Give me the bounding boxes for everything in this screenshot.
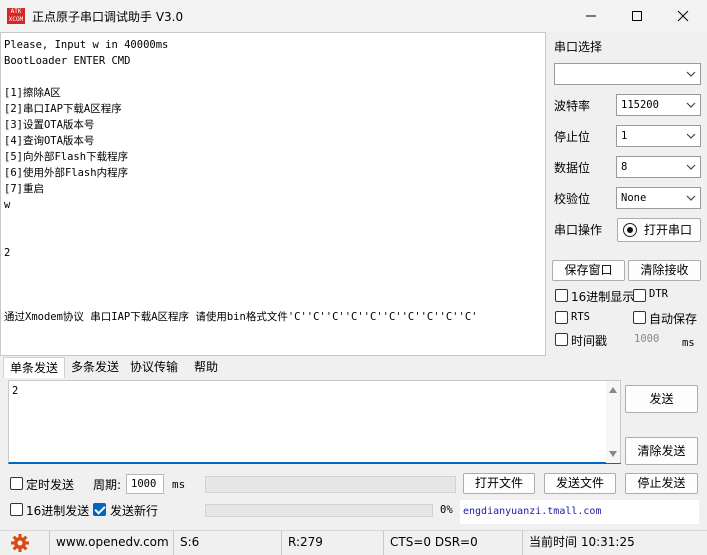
url-banner[interactable]: engdianyuanzi.tmall.com xyxy=(460,500,699,524)
hex-display-checkbox[interactable] xyxy=(555,289,568,302)
timestamp-input[interactable]: 1000 xyxy=(634,333,659,345)
maximize-button[interactable] xyxy=(614,0,660,32)
hex-send-checkbox[interactable] xyxy=(10,503,23,516)
baud-label: 波特率 xyxy=(554,99,591,113)
timestamp-checkbox[interactable] xyxy=(555,333,568,346)
clear-receive-button[interactable]: 清除接收 xyxy=(628,260,701,281)
chevron-down-icon xyxy=(686,164,696,170)
url-banner-text: engdianyuanzi.tmall.com xyxy=(463,506,602,517)
received-count: R:279 xyxy=(281,531,383,555)
minimize-icon xyxy=(586,15,596,17)
baud-select[interactable]: 115200 xyxy=(616,94,701,116)
period-progress xyxy=(205,476,456,493)
chevron-down-icon xyxy=(686,71,696,77)
tab-help[interactable]: 帮助 xyxy=(184,357,228,378)
period-unit: ms xyxy=(172,478,186,491)
close-button[interactable] xyxy=(660,0,706,32)
send-newline-checkbox[interactable] xyxy=(93,503,106,516)
timed-send-checkbox[interactable] xyxy=(10,477,23,490)
receive-text: Please, Input w in 40000ms BootLoader EN… xyxy=(4,39,478,323)
send-file-button[interactable]: 发送文件 xyxy=(544,473,616,494)
send-progress-bar xyxy=(205,504,433,517)
port-select-label: 串口选择 xyxy=(554,40,603,54)
send-input[interactable]: 2 xyxy=(8,380,621,464)
gear-icon-svg xyxy=(11,534,29,552)
period-label: 周期: xyxy=(93,478,122,492)
gear-icon[interactable] xyxy=(10,533,30,553)
tab-single-send[interactable]: 单条发送 xyxy=(3,357,65,378)
data-bits-select[interactable]: 8 xyxy=(616,156,701,178)
send-text: 2 xyxy=(12,385,19,397)
send-scrollbar[interactable] xyxy=(606,381,620,463)
sent-count: S:6 xyxy=(173,531,281,555)
tab-multi-send[interactable]: 多条发送 xyxy=(66,357,124,378)
rts-label: RTS xyxy=(571,311,590,323)
hex-send-label: 16进制发送 xyxy=(26,504,90,518)
scroll-up-icon xyxy=(609,387,617,393)
website-link[interactable]: www.openedv.com xyxy=(49,531,173,555)
serial-op-label: 串口操作 xyxy=(554,223,603,237)
window-title: 正点原子串口调试助手 V3.0 xyxy=(32,10,184,24)
period-input[interactable]: 1000 xyxy=(126,474,164,494)
timestamp-label: 时间戳 xyxy=(571,334,608,348)
stop-bits-select[interactable]: 1 xyxy=(616,125,701,147)
close-icon xyxy=(677,10,689,22)
save-window-button[interactable]: 保存窗口 xyxy=(552,260,625,281)
scroll-down-icon xyxy=(609,451,617,457)
auto-save-label: 自动保存 xyxy=(649,312,698,326)
stop-bits-label: 停止位 xyxy=(554,130,591,144)
chevron-down-icon xyxy=(686,195,696,201)
port-select[interactable] xyxy=(554,63,701,85)
dtr-checkbox[interactable] xyxy=(633,289,646,302)
data-bits-label: 数据位 xyxy=(554,161,591,175)
tab-protocol[interactable]: 协议传输 xyxy=(125,357,183,378)
minimize-button[interactable] xyxy=(568,0,614,32)
chevron-down-icon xyxy=(686,133,696,139)
chevron-down-icon xyxy=(686,102,696,108)
stop-send-button[interactable]: 停止发送 xyxy=(625,473,698,494)
maximize-icon xyxy=(632,11,642,21)
send-progress-text: 0% xyxy=(440,504,453,516)
parity-label: 校验位 xyxy=(554,192,591,206)
timed-send-label: 定时发送 xyxy=(26,478,75,492)
send-button[interactable]: 发送 xyxy=(625,385,698,413)
auto-save-checkbox[interactable] xyxy=(633,311,646,324)
dtr-label: DTR xyxy=(649,288,668,300)
app-logo: ATK XCOM xyxy=(7,8,25,24)
current-time: 当前时间 10:31:25 xyxy=(522,531,707,555)
port-state-radio-icon xyxy=(623,223,637,237)
open-file-button[interactable]: 打开文件 xyxy=(463,473,535,494)
clear-send-button[interactable]: 清除发送 xyxy=(625,437,698,465)
rts-checkbox[interactable] xyxy=(555,311,568,324)
parity-select[interactable]: None xyxy=(616,187,701,209)
open-port-button[interactable]: 打开串口 xyxy=(617,218,701,242)
receive-area[interactable]: Please, Input w in 40000ms BootLoader EN… xyxy=(0,32,546,356)
hex-display-label: 16进制显示 xyxy=(571,290,635,304)
send-newline-label: 发送新行 xyxy=(110,504,159,518)
line-status: CTS=0 DSR=0 DCD=0 xyxy=(383,531,522,555)
timestamp-unit: ms xyxy=(682,337,695,349)
